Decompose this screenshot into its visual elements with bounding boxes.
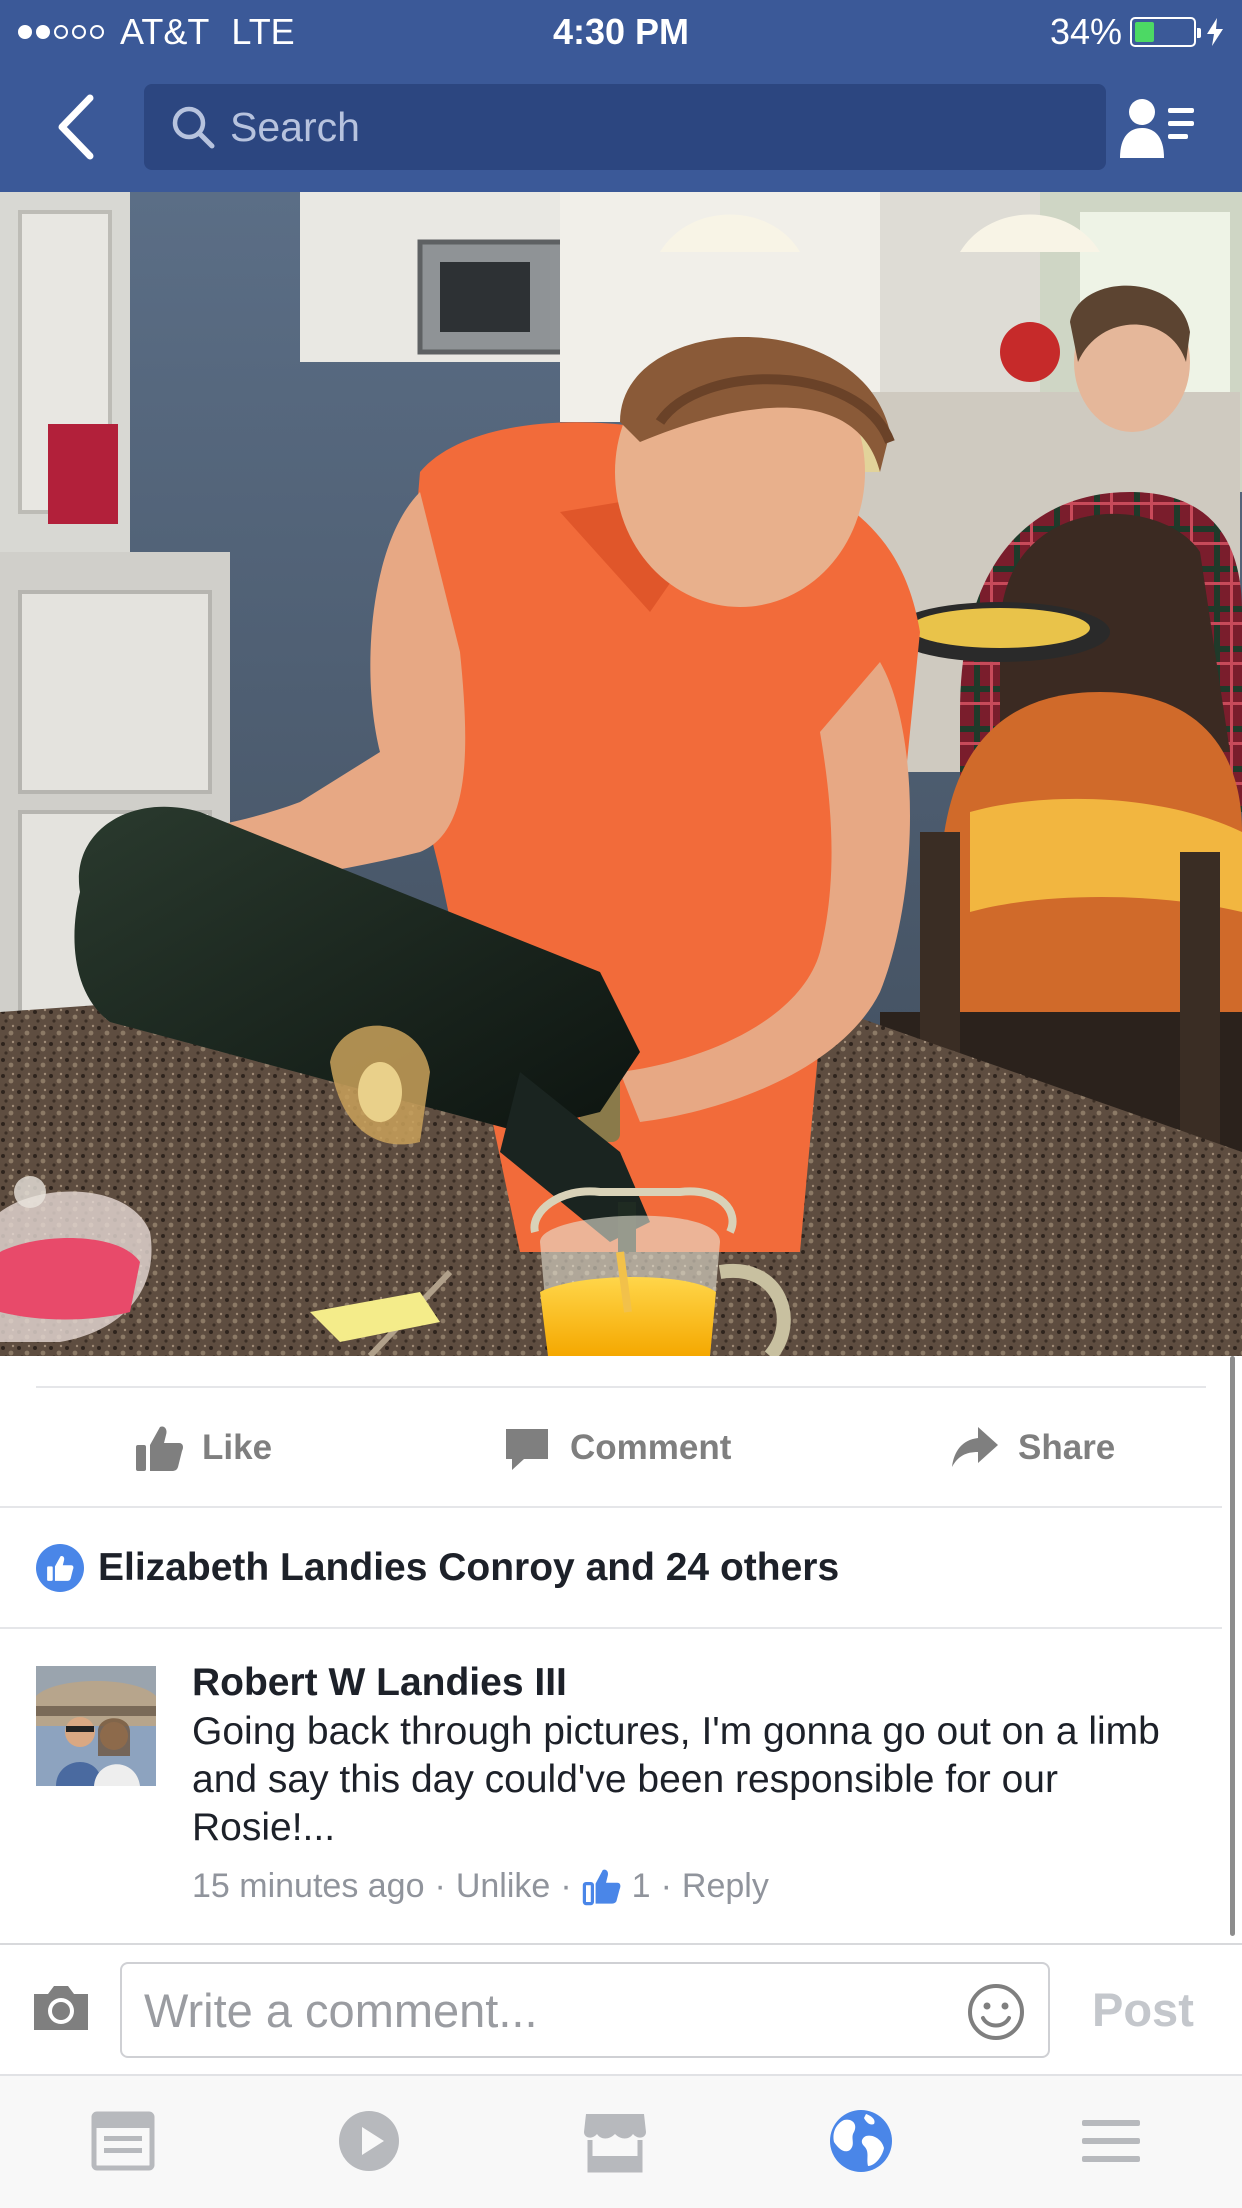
post-actions-bar: Like Comment Share [0, 1388, 1242, 1508]
scrollbar[interactable] [1230, 1356, 1235, 1936]
comment-label: Comment [570, 1428, 732, 1467]
unlike-link[interactable]: Unlike [456, 1867, 550, 1906]
charging-bolt-icon [1207, 18, 1223, 46]
news-feed-icon [91, 2111, 155, 2171]
like-label: Like [202, 1428, 273, 1467]
search-bar[interactable] [144, 84, 1106, 170]
camera-icon[interactable] [30, 1982, 92, 2034]
comment-input[interactable] [144, 1982, 934, 2038]
likers-text: Elizabeth Landies Conroy and 24 others [98, 1546, 840, 1589]
battery-percent: 34% [1049, 11, 1122, 52]
like-button[interactable]: Like [134, 1388, 272, 1508]
divider [0, 1943, 1242, 1945]
play-circle-icon [339, 2111, 399, 2171]
comment-meta: 15 minutes ago · Unlike · 1 · Reply [192, 1866, 769, 1906]
facebook-photo-comments-screen: AT&T LTE 4:30 PM 34% Search Like Comment… [0, 0, 1242, 2208]
search-icon [172, 106, 215, 149]
share-label: Share [1018, 1428, 1116, 1467]
post-photo[interactable] [0, 192, 1242, 1356]
tab-marketplace[interactable] [580, 2106, 650, 2176]
comment-button[interactable]: Comment [502, 1388, 731, 1508]
tab-video[interactable] [334, 2106, 404, 2176]
share-arrow-icon [952, 1427, 998, 1467]
status-bar: AT&T LTE 4:30 PM 34% [0, 0, 1242, 62]
storefront-icon [584, 2114, 646, 2173]
comment: Robert W Landies III Going back through … [192, 1658, 1192, 1906]
comment-composer[interactable] [120, 1962, 1050, 2058]
thumbs-up-icon [582, 1869, 621, 1906]
post-button[interactable]: Post [1092, 1982, 1194, 2037]
kitchen-photo-illustration [0, 192, 1242, 1356]
likes-summary[interactable]: Elizabeth Landies Conroy and 24 others [36, 1538, 839, 1598]
tab-notifications[interactable] [826, 2106, 896, 2176]
like-reaction-icon [36, 1544, 84, 1592]
divider [0, 1627, 1222, 1629]
tab-menu[interactable] [1076, 2106, 1146, 2176]
avatar[interactable] [36, 1666, 156, 1786]
divider [0, 1506, 1222, 1508]
reply-link[interactable]: Reply [682, 1867, 769, 1906]
globe-icon [830, 2110, 892, 2172]
comment-author[interactable]: Robert W Landies III [192, 1658, 1192, 1708]
thumbs-up-icon [136, 1426, 183, 1471]
share-button[interactable]: Share [950, 1388, 1115, 1508]
bottom-tab-bar [0, 2076, 1242, 2208]
search-input[interactable] [230, 103, 1050, 151]
comment-text: Going back through pictures, I'm gonna g… [192, 1710, 1160, 1849]
tab-news-feed[interactable] [88, 2106, 158, 2176]
comment-bubble-icon [506, 1429, 548, 1470]
back-button[interactable] [52, 92, 102, 162]
smiley-icon[interactable] [966, 1982, 1026, 2042]
hamburger-menu-icon [1082, 2120, 1140, 2162]
friends-list-icon[interactable] [1118, 96, 1196, 160]
top-bar: AT&T LTE 4:30 PM 34% [0, 0, 1242, 192]
battery-icon [1130, 17, 1201, 47]
comment-like-count: 1 [631, 1866, 651, 1905]
comment-time: 15 minutes ago [192, 1866, 425, 1905]
